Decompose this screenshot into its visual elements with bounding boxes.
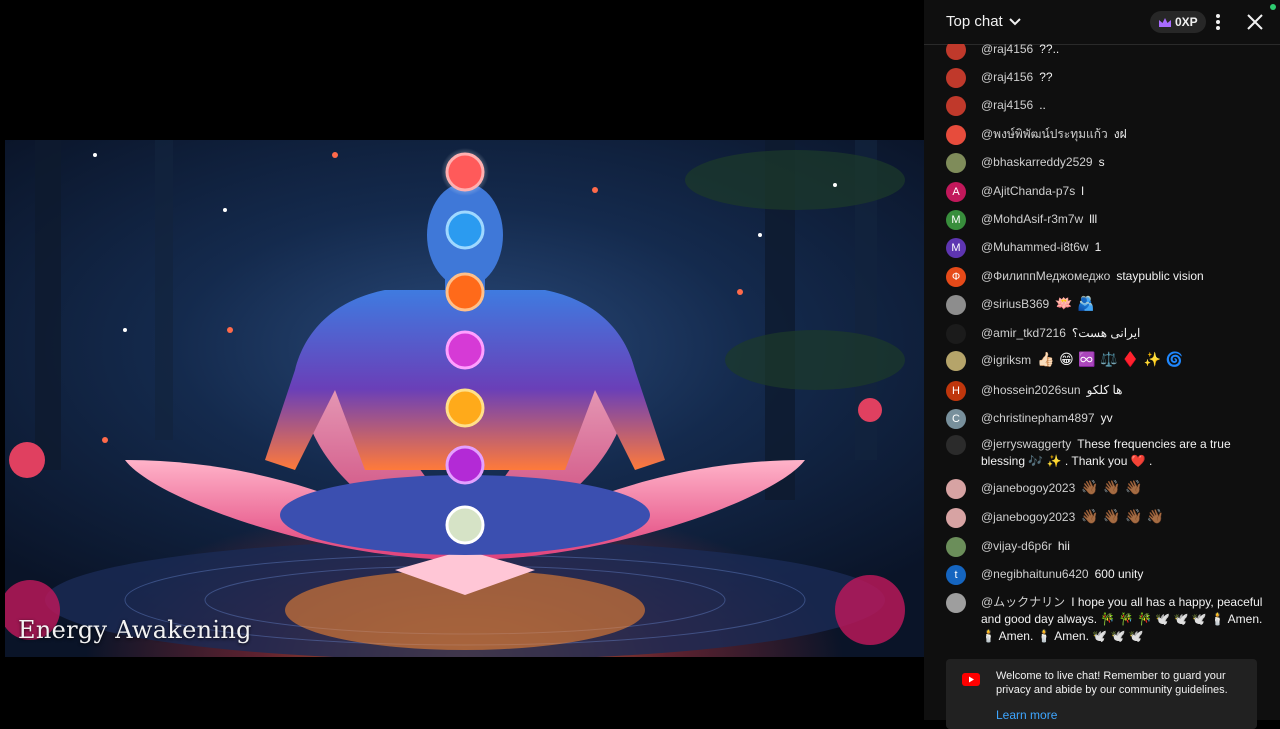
- message-text: ..: [1039, 98, 1046, 112]
- author-name[interactable]: @siriusB369: [981, 297, 1049, 311]
- message-text: yv: [1100, 411, 1113, 425]
- message-text: 👋🏾 👋🏾 👋🏾: [1081, 480, 1143, 496]
- author-name[interactable]: @raj4156: [981, 98, 1033, 112]
- author-name[interactable]: @raj4156: [981, 70, 1033, 84]
- avatar[interactable]: [946, 153, 966, 173]
- chevron-down-icon: [1009, 17, 1021, 25]
- video-player[interactable]: Energy Awakening: [0, 0, 924, 720]
- more-options-icon[interactable]: [1210, 12, 1226, 32]
- author-name[interactable]: @christinepham4897: [981, 411, 1095, 425]
- message-text: 600 unity: [1094, 567, 1144, 581]
- avatar[interactable]: [946, 324, 966, 344]
- author-name[interactable]: @vijay-d6p6r: [981, 539, 1052, 553]
- message-text: staypublic vision: [1116, 269, 1204, 283]
- youtube-logo-icon: [962, 673, 980, 686]
- message-text: ایرانی هست؟: [1071, 326, 1141, 340]
- xp-badge[interactable]: 0XP: [1150, 11, 1206, 33]
- author-name[interactable]: @พงษ์พิพัฒน์ประทุมแก้ว: [981, 127, 1108, 141]
- welcome-banner: Welcome to live chat! Remember to guard …: [946, 659, 1257, 729]
- avatar[interactable]: [946, 295, 966, 315]
- avatar[interactable]: M: [946, 210, 966, 230]
- avatar[interactable]: [946, 435, 966, 455]
- chat-mode-label: Top chat: [946, 13, 1003, 30]
- avatar[interactable]: [946, 44, 966, 60]
- author-name[interactable]: @hossein2026sun: [981, 383, 1081, 397]
- message-text: ها کلکو: [1086, 383, 1123, 397]
- message-text: 👋🏾 👋🏾 👋🏾 👋🏾: [1081, 509, 1165, 525]
- avatar[interactable]: [946, 125, 966, 145]
- author-name[interactable]: @Muhammed-i8t6w: [981, 240, 1089, 254]
- author-name[interactable]: @bhaskarreddy2529: [981, 155, 1093, 169]
- author-name[interactable]: @jerryswaggerty: [981, 437, 1071, 451]
- avatar[interactable]: t: [946, 565, 966, 585]
- video-frame[interactable]: Energy Awakening: [5, 140, 924, 657]
- avatar[interactable]: [946, 68, 966, 88]
- author-name[interactable]: @AjitChanda-p7s: [981, 184, 1075, 198]
- message-text: งฝ: [1113, 127, 1127, 141]
- close-icon[interactable]: [1245, 12, 1265, 32]
- xp-label: 0XP: [1175, 15, 1198, 29]
- author-name[interactable]: @negibhaitunu6420: [981, 567, 1089, 581]
- message-text: s: [1098, 155, 1105, 169]
- crown-icon: [1159, 17, 1171, 27]
- message-text: 👍🏻 😁 ♾️ ⚖️ ♦️ ✨ 🌀: [1037, 352, 1184, 368]
- author-name[interactable]: @ムックナリン: [981, 595, 1065, 609]
- author-name[interactable]: @ФилиппМеджомеджо: [981, 269, 1110, 283]
- avatar[interactable]: [946, 96, 966, 116]
- message-text: 🪷 🫂: [1055, 296, 1095, 312]
- avatar[interactable]: [946, 351, 966, 371]
- author-name[interactable]: @janebogoy2023: [981, 510, 1075, 524]
- avatar[interactable]: [946, 537, 966, 557]
- message-text: lll: [1089, 212, 1098, 226]
- avatar[interactable]: [946, 593, 966, 613]
- avatar[interactable]: [946, 479, 966, 499]
- avatar[interactable]: A: [946, 182, 966, 202]
- avatar[interactable]: C: [946, 409, 966, 429]
- chat-header: Top chat 0XP: [924, 0, 1280, 45]
- chat-messages-list: @raj4156??.. @raj4156?? @raj4156.. @พงษ์…: [924, 44, 1280, 659]
- author-name[interactable]: @raj4156: [981, 44, 1033, 56]
- chat-mode-dropdown[interactable]: Top chat: [946, 13, 1021, 30]
- author-name[interactable]: @MohdAsif-r3m7w: [981, 212, 1083, 226]
- avatar[interactable]: Ф: [946, 267, 966, 287]
- message-text: 1: [1094, 240, 1102, 254]
- message-text: ??: [1039, 70, 1053, 84]
- video-title-overlay: Energy Awakening: [18, 616, 252, 644]
- author-name[interactable]: @igriksm: [981, 353, 1031, 367]
- message-text: hii: [1057, 539, 1070, 553]
- message-text: ??..: [1039, 44, 1060, 56]
- message-text: l: [1081, 184, 1084, 198]
- welcome-text: Welcome to live chat! Remember to guard …: [996, 670, 1228, 696]
- live-chat-panel: Top chat 0XP @raj4156??.. @raj4156?? @ra…: [924, 0, 1280, 729]
- author-name[interactable]: @janebogoy2023: [981, 481, 1075, 495]
- avatar[interactable]: H: [946, 381, 966, 401]
- meditation-artwork: [5, 140, 905, 657]
- author-name[interactable]: @amir_tkd7216: [981, 326, 1066, 340]
- avatar[interactable]: M: [946, 238, 966, 258]
- avatar[interactable]: [946, 508, 966, 528]
